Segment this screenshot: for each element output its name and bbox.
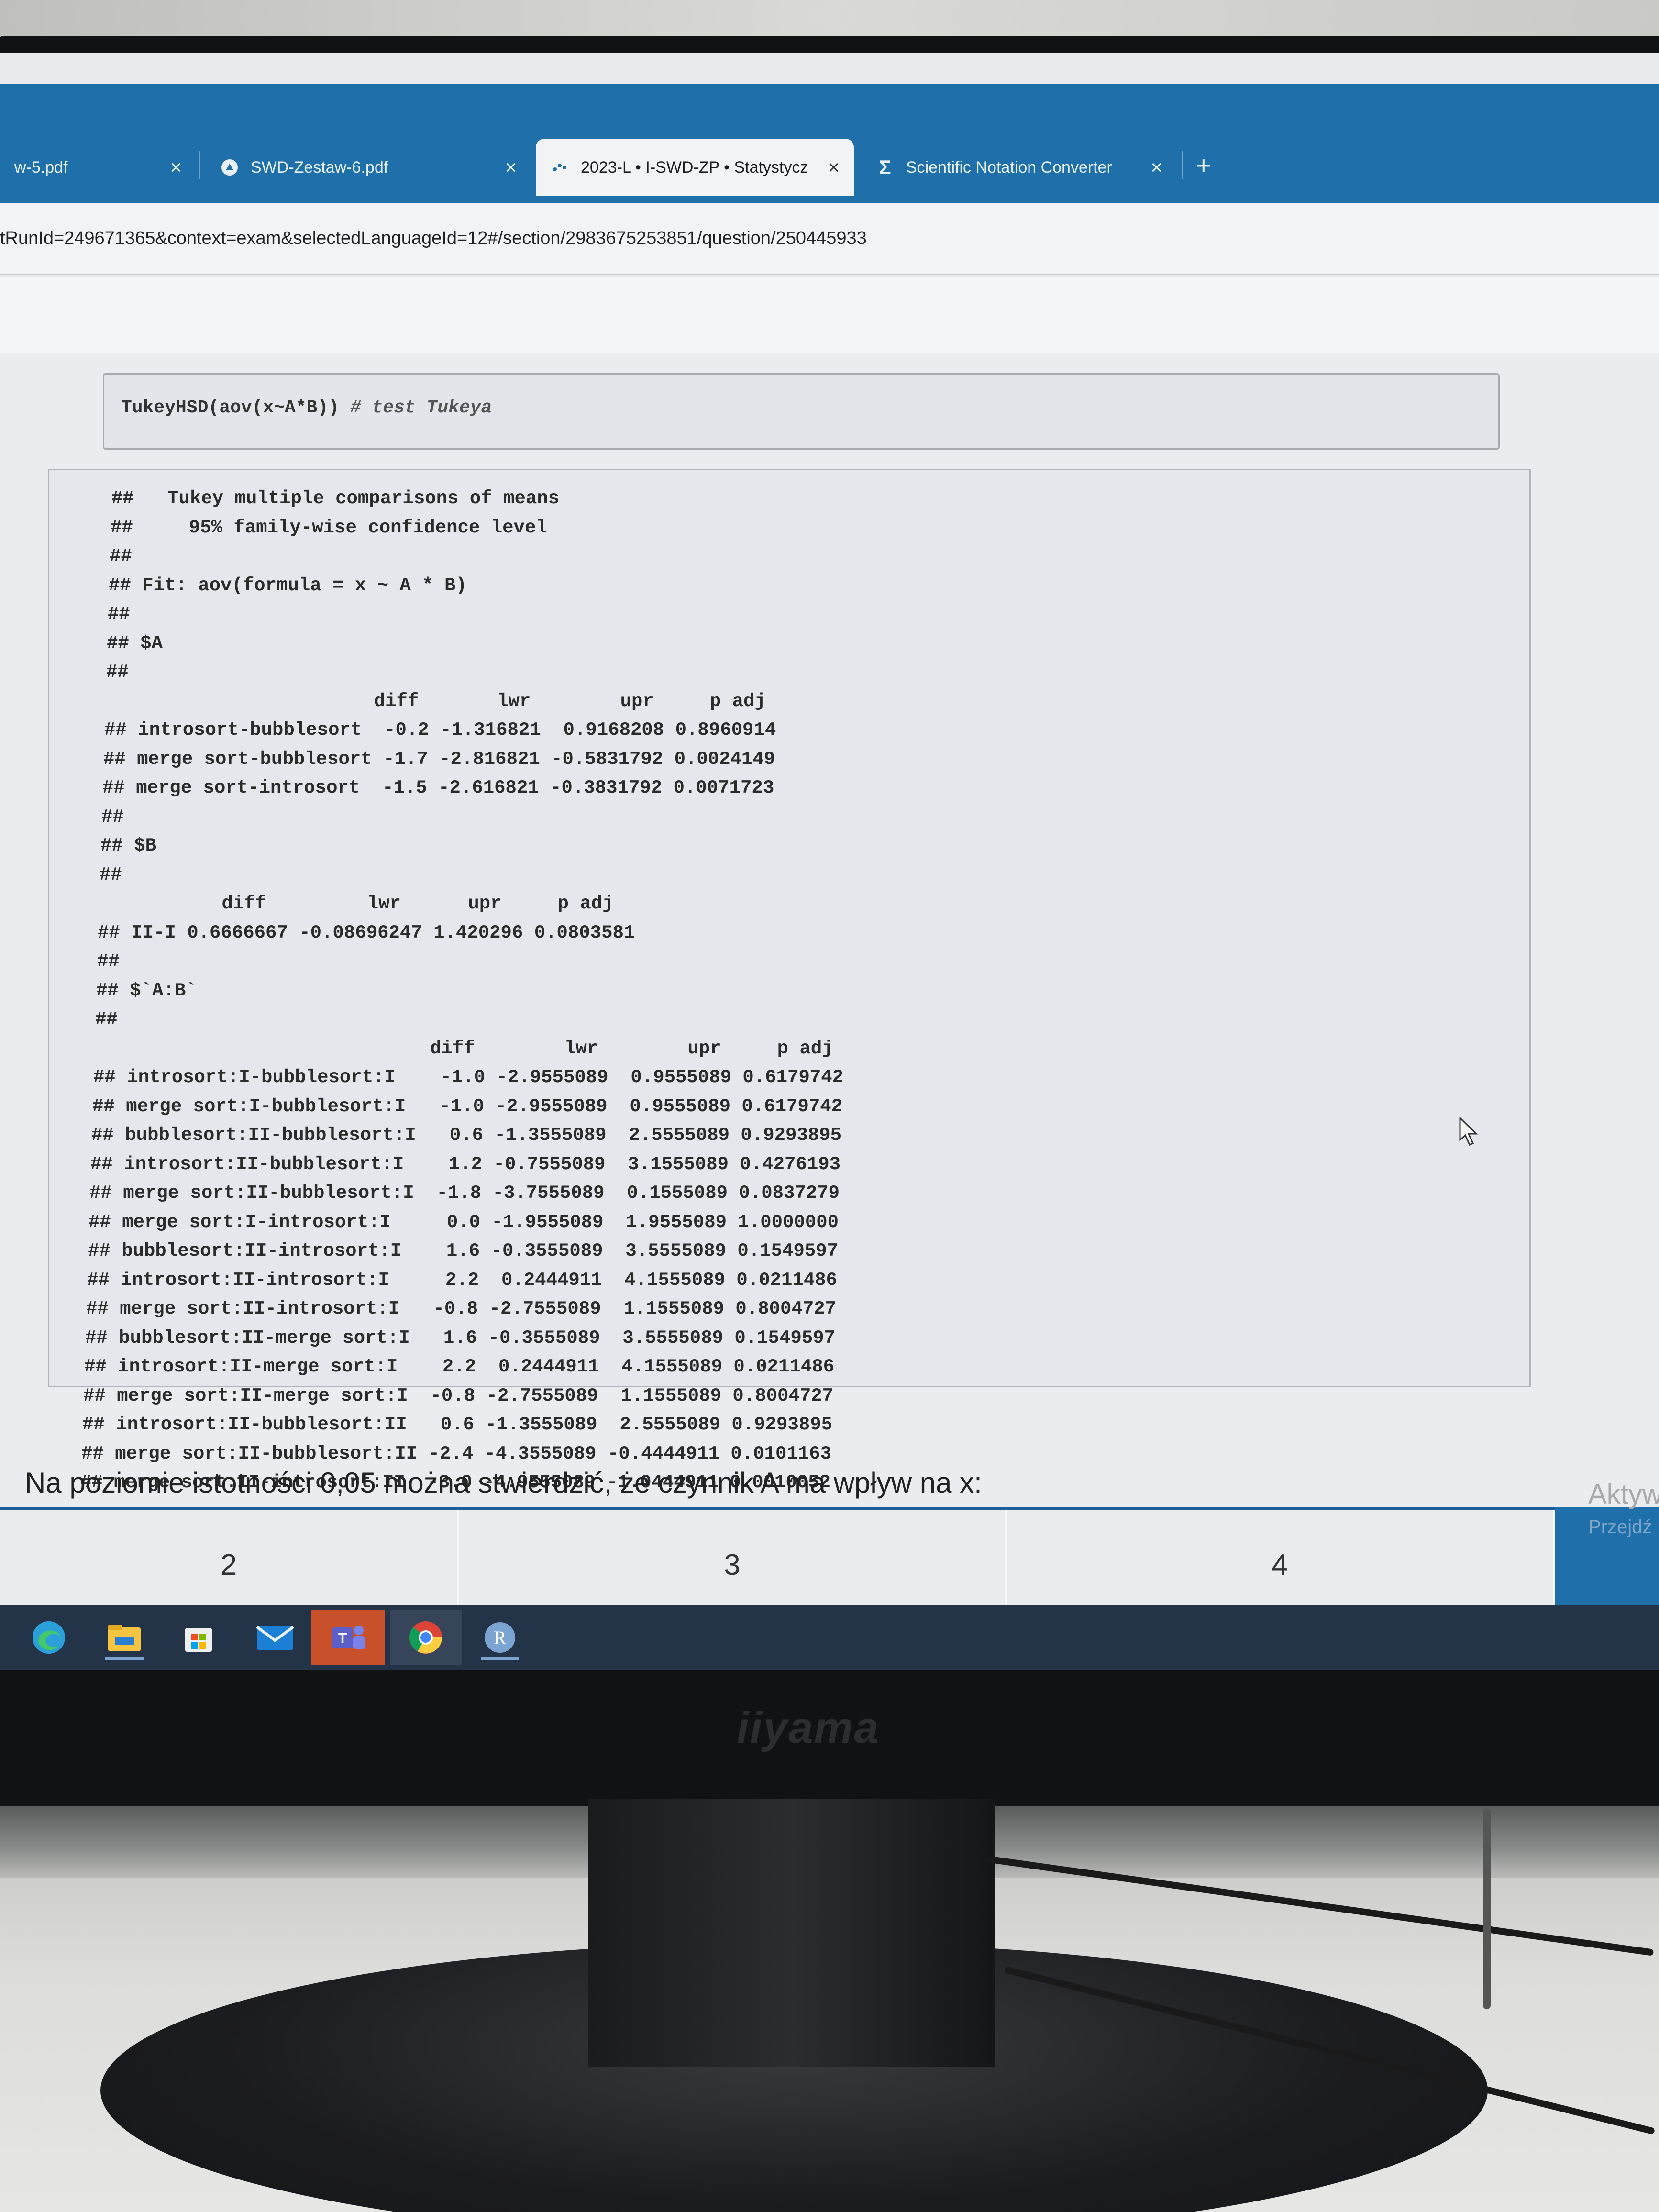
output-line: diff lwr upr p adj — [94, 1038, 833, 1059]
output-line: ## merge sort:II-merge sort:I -0.8 -2.75… — [83, 1385, 834, 1406]
answer-options: 2 3 4 — [0, 1507, 1555, 1620]
store-icon[interactable] — [175, 1615, 222, 1660]
output-line: ## merge sort:II-bubblesort:I -1.8 -3.75… — [89, 1183, 840, 1204]
edge-icon[interactable] — [25, 1615, 73, 1660]
answer-label: 4 — [1272, 1548, 1288, 1582]
activation-subtitle: Przejdź — [1588, 1516, 1652, 1537]
output-line: ## II-I 0.6666667 -0.08696247 1.420296 0… — [98, 922, 635, 943]
close-icon[interactable]: × — [505, 156, 517, 179]
answer-label: 3 — [724, 1548, 741, 1582]
output-line: ## — [108, 604, 130, 625]
output-line: ## merge sort-introsort -1.5 -2.616821 -… — [102, 777, 774, 798]
output-line: ## introsort-bubblesort -0.2 -1.316821 0… — [104, 719, 776, 741]
output-line: ## introsort:II-introsort:I 2.2 0.244491… — [87, 1270, 838, 1291]
tab-w5-pdf[interactable]: w-5.pdf × — [0, 139, 196, 196]
page-header-area — [0, 276, 1659, 353]
output-line: ## $A — [107, 633, 163, 654]
output-line: ## merge sort:I-introsort:I 0.0 -1.95550… — [88, 1212, 839, 1233]
output-line: ## Tukey multiple comparisons of means — [111, 488, 560, 509]
browser-tab-strip: w-5.pdf × SWD-Zestaw-6.pdf × 2023-L • I-… — [0, 84, 1659, 203]
teams-icon[interactable]: T — [311, 1610, 385, 1665]
cable — [1483, 1808, 1491, 2009]
output-line: ## Fit: aov(formula = x ~ A * B) — [109, 575, 467, 596]
answer-option-4[interactable]: 4 — [1007, 1510, 1555, 1620]
output-line: ## — [106, 662, 129, 683]
output-line: ## merge sort:II-bubblesort:II -2.4 -4.3… — [81, 1443, 832, 1464]
tab-scientific-notation[interactable]: Σ Scientific Notation Converter × — [861, 139, 1177, 196]
code-command: TukeyHSD(aov(x~A*B)) # test Tukeya — [121, 398, 492, 418]
output-line: ## — [110, 546, 132, 567]
output-line: diff lwr upr p adj — [105, 691, 766, 712]
sigma-icon: Σ — [879, 156, 891, 178]
tab-separator — [199, 151, 200, 179]
output-line: ## introsort:I-bubblesort:I -1.0 -2.9555… — [93, 1067, 844, 1088]
output-line: ## introsort:II-bubblesort:II 0.6 -1.355… — [82, 1414, 833, 1435]
answer-label: 2 — [220, 1548, 237, 1582]
output-line: ## — [100, 864, 122, 885]
tab-separator — [1182, 151, 1183, 179]
output-line: ## $B — [100, 835, 157, 856]
new-tab-button[interactable]: + — [1196, 151, 1211, 180]
mouse-cursor-icon — [1459, 1117, 1478, 1146]
url-text[interactable]: tRunId=249671365&context=exam&selectedLa… — [0, 228, 867, 249]
output-line: ## introsort:II-merge sort:I 2.2 0.24449… — [84, 1356, 835, 1377]
output-line: ## bubblesort:II-merge sort:I 1.6 -0.355… — [85, 1327, 836, 1349]
pdf-document-icon — [220, 158, 239, 177]
output-line: ## introsort:II-bubblesort:I 1.2 -0.7555… — [90, 1154, 841, 1175]
chrome-icon[interactable] — [390, 1610, 462, 1665]
output-line: ## — [97, 951, 120, 972]
svg-text:T: T — [338, 1630, 346, 1646]
output-line: diff lwr upr p adj — [99, 893, 614, 914]
tab-swd-zestaw-6[interactable]: SWD-Zestaw-6.pdf × — [206, 139, 531, 196]
output-line: ## 95% family-wise confidence level — [111, 517, 547, 538]
tab-label: Scientific Notation Converter — [906, 158, 1112, 177]
loading-icon — [550, 158, 569, 177]
output-line: ## merge sort:II-introsort:I -0.8 -2.755… — [86, 1298, 837, 1319]
address-bar[interactable]: tRunId=249671365&context=exam&selectedLa… — [0, 203, 1659, 275]
tab-statystyczne-active[interactable]: 2023-L • I-SWD-ZP • Statystycz × — [536, 139, 854, 196]
close-icon[interactable]: × — [1150, 156, 1162, 179]
code-call: TukeyHSD(aov(x~A*B)) — [121, 398, 350, 418]
r-icon[interactable]: R — [476, 1615, 524, 1660]
output-line: ## bubblesort:II-bubblesort:I 0.6 -1.355… — [91, 1125, 842, 1146]
monitor-stand-neck — [588, 1799, 995, 2067]
answer-option-3[interactable]: 3 — [459, 1510, 1007, 1620]
close-icon[interactable]: × — [828, 156, 840, 179]
code-block: TukeyHSD(aov(x~A*B)) # test Tukeya — [103, 373, 1500, 450]
code-comment: # test Tukeya — [350, 398, 492, 418]
mail-icon[interactable] — [251, 1615, 299, 1660]
answer-option-2[interactable]: 2 — [0, 1510, 459, 1620]
monitor-brand-logo: iiyama — [737, 1703, 880, 1752]
output-line: ## bubblesort:II-introsort:I 1.6 -0.3555… — [88, 1240, 839, 1261]
r-output-block: ## Tukey multiple comparisons of means ##… — [48, 469, 1531, 1492]
output-line: ## — [101, 807, 124, 828]
output-line: ## merge sort:I-bubblesort:I -1.0 -2.955… — [92, 1096, 843, 1117]
output-line: ## $`A:B` — [96, 980, 197, 1001]
close-icon[interactable]: × — [170, 156, 182, 179]
taskbar: T R — [0, 1605, 1659, 1670]
tab-label: 2023-L • I-SWD-ZP • Statystycz — [581, 158, 808, 177]
question-text: Na poziomie istotności 0,05 można stwier… — [25, 1467, 982, 1499]
output-line: ## — [95, 1009, 118, 1030]
activation-title: Aktyw — [1588, 1479, 1659, 1510]
tab-label: w-5.pdf — [14, 158, 68, 177]
file-explorer-icon[interactable] — [100, 1615, 148, 1660]
svg-text:R: R — [494, 1627, 507, 1648]
tab-label: SWD-Zestaw-6.pdf — [251, 158, 388, 177]
output-line: ## merge sort-bubblesort -1.7 -2.816821 … — [103, 749, 775, 770]
